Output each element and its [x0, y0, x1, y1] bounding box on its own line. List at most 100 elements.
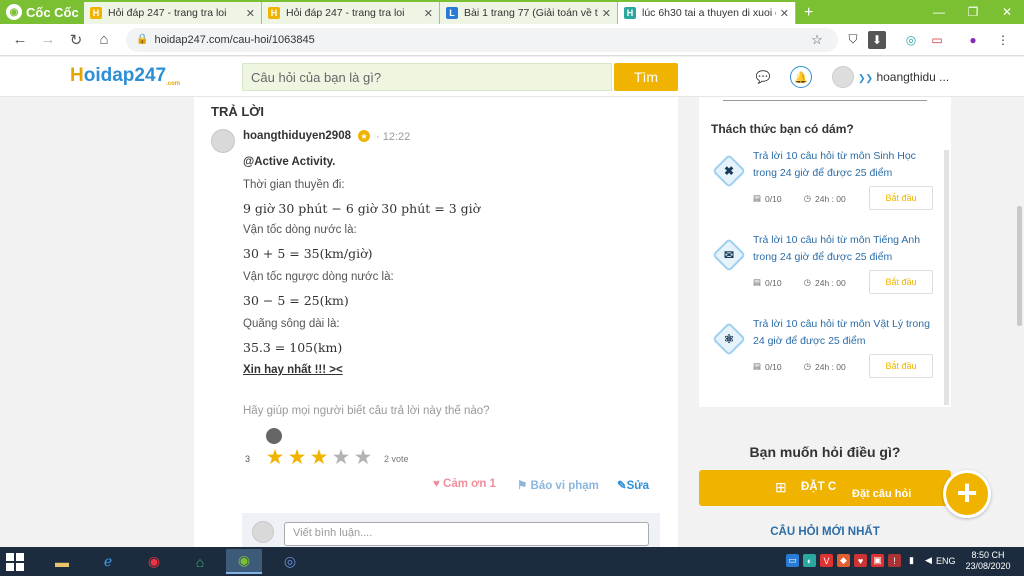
answer-author-name[interactable]: hoangthiduyen2908	[243, 130, 351, 142]
forward-icon[interactable]: →	[34, 26, 62, 54]
sidebar-scrollbar[interactable]	[944, 150, 949, 405]
browser-brand-label: Cốc Cốc	[26, 4, 79, 20]
divider	[723, 100, 927, 101]
app-icon[interactable]: ◎	[272, 549, 308, 574]
volume-icon[interactable]: ◀	[922, 554, 935, 567]
challenge-meta: ▤ 0/10 ◷ 24h : 00	[753, 361, 846, 372]
close-tab-icon[interactable]: ✕	[602, 7, 611, 20]
dna-icon: ✖	[723, 164, 735, 178]
user-avatar[interactable]	[832, 66, 854, 88]
rank-badge-icon: ★	[358, 130, 370, 142]
answer-panel: TRẢ LỜI hoangthiduyen2908 ★ 12:22 @Activ…	[194, 97, 678, 547]
chevron-down-icon: ❯❯	[858, 73, 874, 83]
windows-start-icon[interactable]	[6, 553, 24, 571]
download-icon[interactable]: ⬇	[868, 30, 886, 49]
coccoc-logo-icon: ◉	[6, 4, 22, 20]
profile-icon[interactable]: ●	[962, 29, 984, 51]
tab-title: Hỏi đáp 247 - trang tra loi	[108, 7, 227, 19]
star-icon[interactable]: ★	[352, 447, 374, 469]
newest-questions-heading[interactable]: CÂU HỎI MỚI NHẤT	[699, 526, 951, 538]
search-input[interactable]	[251, 69, 611, 85]
extension-c-icon[interactable]: ◎	[900, 29, 922, 51]
extension-shield-icon[interactable]: ⛉	[842, 29, 864, 51]
answer-time: 12:22	[376, 131, 411, 143]
close-window-icon[interactable]: ✕	[990, 0, 1024, 24]
username-menu[interactable]: ❯❯ hoangthidu ...	[858, 70, 949, 84]
page-scrollbar[interactable]	[1017, 206, 1022, 326]
clock-icon: ◷	[803, 193, 811, 203]
notification-bell-icon[interactable]: 🔔	[790, 66, 812, 88]
tray-icon[interactable]: ▭	[786, 554, 799, 567]
report-button[interactable]: ⚑ Báo vi phạm	[517, 478, 599, 492]
messages-icon[interactable]: 💬	[752, 66, 774, 88]
url-field[interactable]: 🔒 hoidap247.com/cau-hoi/1063845 ☆	[126, 27, 838, 52]
menu-icon[interactable]: ⋮	[992, 29, 1014, 51]
help-prompt: Hãy giúp mọi người biết câu trả lời này …	[243, 405, 490, 417]
chrome-icon[interactable]: ◉	[136, 549, 172, 574]
network-icon[interactable]: ▮	[905, 554, 918, 567]
challenge-text[interactable]: Trả lời 10 câu hỏi từ môn Vật Lý trong 2…	[753, 316, 941, 350]
app-icon[interactable]: ⌂	[182, 549, 218, 574]
minimize-icon[interactable]: —	[922, 0, 956, 24]
answer-author-avatar[interactable]	[211, 129, 235, 153]
tray-icon[interactable]: ◐	[803, 554, 816, 567]
rating-score: 3	[245, 454, 251, 464]
challenge-badge: ✉	[711, 237, 747, 273]
close-tab-icon[interactable]: ✕	[424, 7, 433, 20]
browser-brand[interactable]: ◉ Cốc Cốc	[0, 0, 84, 24]
star-icon[interactable]: ★	[286, 447, 308, 469]
browser-tab-4-active[interactable]: H lúc 6h30 tai a thuyen di xuoi dò ✕	[618, 2, 796, 24]
star-icon[interactable]: ★	[308, 447, 330, 469]
thanks-button[interactable]: ♥ Cảm ơn 1	[433, 478, 496, 490]
star-icon[interactable]: ★	[264, 447, 286, 469]
comment-input[interactable]	[284, 522, 649, 546]
tray-icon[interactable]: ♥	[854, 554, 867, 567]
restore-icon[interactable]: ❐	[956, 0, 990, 24]
answer-line: Thời gian thuyền đi:	[243, 179, 345, 191]
search-button[interactable]: Tìm	[614, 63, 678, 91]
rating-stars[interactable]: ★ ★ ★ ★ ★	[264, 447, 374, 469]
challenge-sidebar: Thách thức bạn có dám? ✖ Trả lời 10 câu …	[699, 97, 951, 407]
challenge-text[interactable]: Trả lời 10 câu hỏi từ môn Sinh Học trong…	[753, 148, 941, 182]
vote-count: 2 vote	[384, 454, 409, 464]
edit-button[interactable]: ✎Sửa	[617, 478, 649, 492]
browser-tab-3[interactable]: L Bài 1 trang 77 (Giải toán về tỉ s ✕	[440, 2, 618, 24]
tray-icon[interactable]: V	[820, 554, 833, 567]
challenge-badge: ✖	[711, 153, 747, 189]
section-title: TRẢ LỜI	[211, 104, 264, 119]
ask-question-button[interactable]: ⊞ ĐẶT C Đặt câu hỏi	[699, 470, 951, 506]
start-challenge-button[interactable]: Bắt đầu	[869, 186, 933, 210]
browser-tab-2[interactable]: H Hỏi đáp 247 - trang tra loi ✕	[262, 2, 440, 24]
start-challenge-button[interactable]: Bắt đầu	[869, 354, 933, 378]
browser-tab-1[interactable]: H Hỏi đáp 247 - trang tra loi ✕	[84, 2, 262, 24]
coccoc-taskbar-icon[interactable]: ◉	[226, 549, 262, 574]
plus-fab-button[interactable]: +	[943, 470, 991, 518]
answer-math: 30 − 5 = 25(km)	[243, 293, 349, 308]
hoidap247-logo[interactable]: Hoidap247.com	[70, 65, 180, 87]
close-tab-icon[interactable]: ✕	[780, 7, 789, 20]
language-indicator[interactable]: ENG	[936, 556, 956, 566]
bookmark-star-icon[interactable]: ☆	[806, 29, 828, 51]
system-clock[interactable]: 8:50 CH 23/08/2020	[964, 550, 1012, 572]
file-explorer-icon[interactable]: ▬	[44, 549, 80, 574]
answer-line: Vận tốc ngược dòng nước là:	[243, 271, 394, 283]
list-icon: ▤	[753, 193, 762, 203]
back-icon[interactable]: ←	[6, 26, 34, 54]
extension-card-icon[interactable]: ▭	[926, 29, 948, 51]
hoidap-favicon-icon: H	[268, 7, 280, 19]
list-icon: ▤	[753, 361, 762, 371]
tray-icon[interactable]: ◆	[837, 554, 850, 567]
star-icon[interactable]: ★	[330, 447, 352, 469]
clock-icon: ◷	[803, 361, 811, 371]
windows-taskbar: ▬ ℯ ◉ ⌂ ◉ ◎ ▭ ◐ V ◆ ♥ ▣ ! ▮ ◀ ENG 8:50 C…	[0, 547, 1024, 576]
start-challenge-button[interactable]: Bắt đầu	[869, 270, 933, 294]
tray-icon[interactable]: ▣	[871, 554, 884, 567]
challenge-text[interactable]: Trả lời 10 câu hỏi từ môn Tiếng Anh tron…	[753, 232, 941, 266]
tray-icon[interactable]: !	[888, 554, 901, 567]
close-tab-icon[interactable]: ✕	[246, 7, 255, 20]
new-tab-button[interactable]: +	[796, 2, 821, 24]
search-box	[242, 63, 612, 91]
home-icon[interactable]: ⌂	[90, 26, 118, 54]
internet-explorer-icon[interactable]: ℯ	[90, 549, 126, 574]
reload-icon[interactable]: ↻	[62, 26, 90, 54]
